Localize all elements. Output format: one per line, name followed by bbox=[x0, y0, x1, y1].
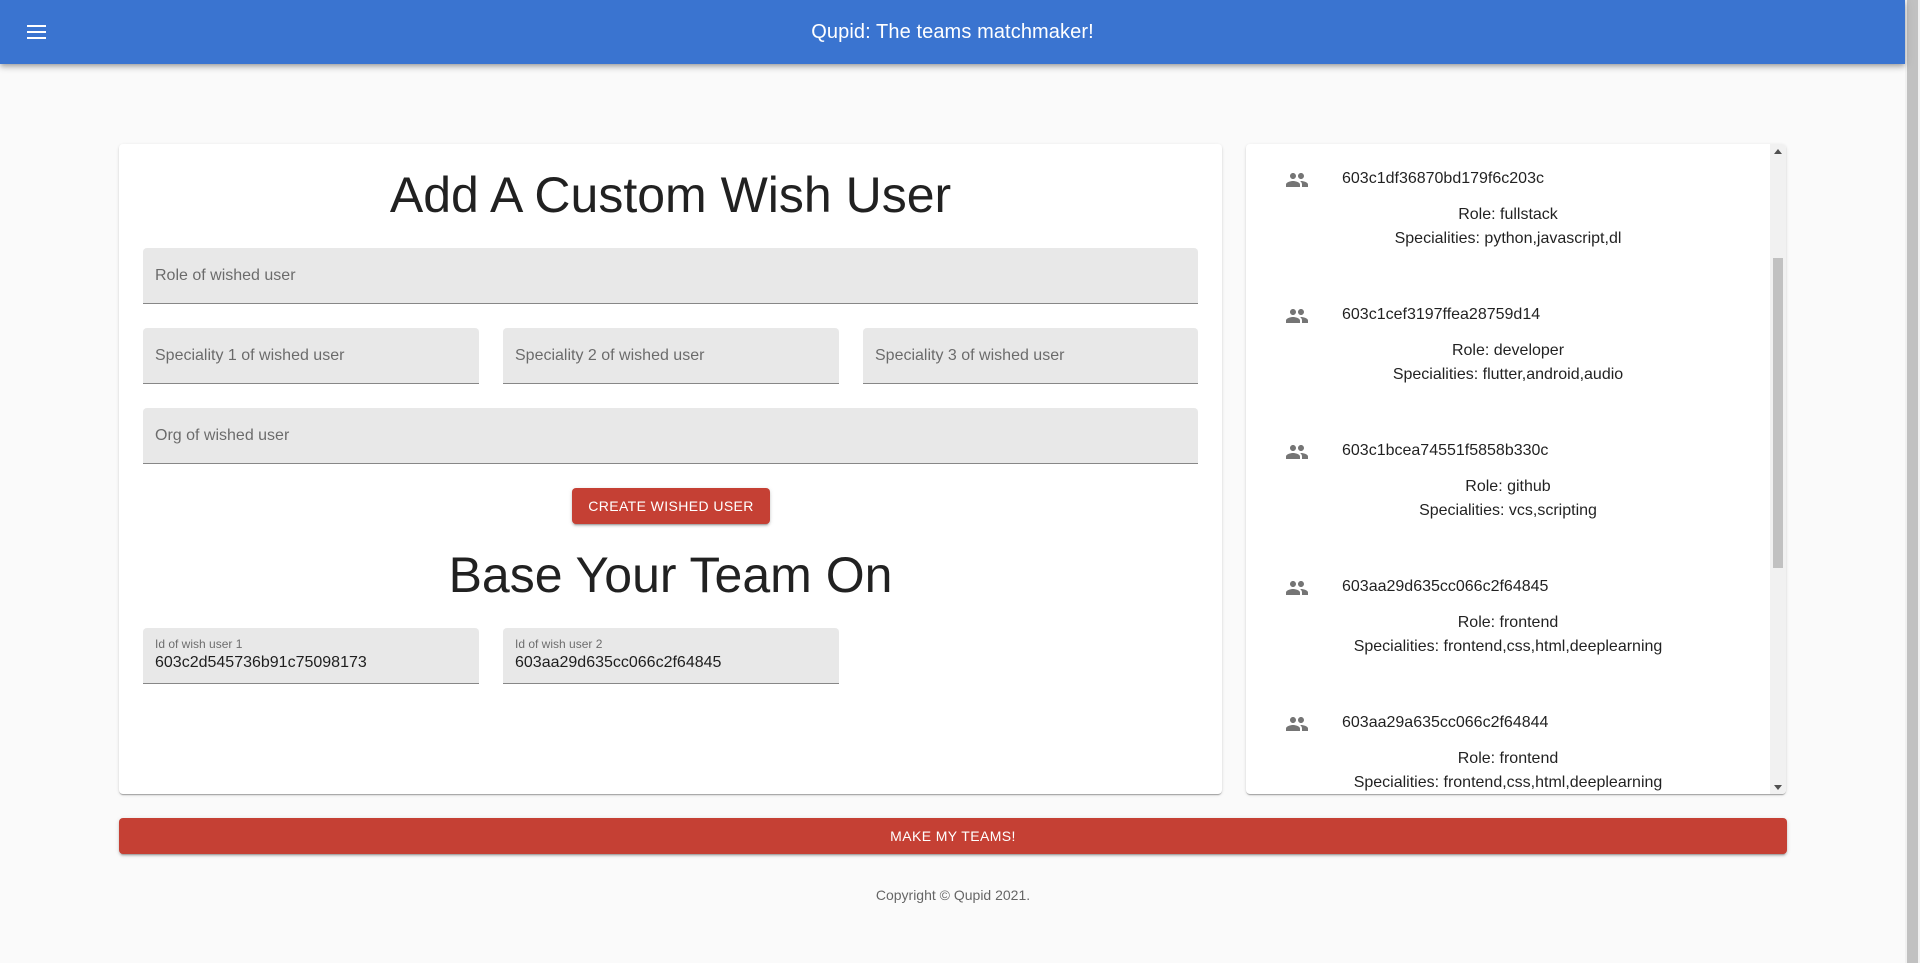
list-item[interactable]: 603c1df36870bd179f6c203c Role: fullstack… bbox=[1246, 144, 1770, 280]
scroll-up-arrow-icon[interactable] bbox=[1770, 144, 1786, 158]
create-wished-user-button[interactable]: CREATE WISHED USER bbox=[572, 488, 770, 524]
user-specialities: Specialities: flutter,android,audio bbox=[1392, 366, 1624, 383]
speciality2-placeholder: Speciality 2 of wished user bbox=[515, 346, 705, 364]
user-specialities: Specialities: frontend,css,html,deeplear… bbox=[1353, 638, 1663, 655]
org-placeholder: Org of wished user bbox=[155, 426, 290, 444]
speciality3-placeholder: Speciality 3 of wished user bbox=[875, 346, 1065, 364]
user-list-scrollbar[interactable] bbox=[1770, 144, 1786, 794]
wish-user-card: Add A Custom Wish User Role of wished us… bbox=[119, 144, 1222, 794]
user-role: Role: developer bbox=[1451, 342, 1565, 359]
user-specialities: Specialities: vcs,scripting bbox=[1419, 502, 1597, 519]
wish-user-2-label: Id of wish user 2 bbox=[515, 637, 603, 651]
people-icon bbox=[1286, 173, 1308, 187]
user-id: 603c1df36870bd179f6c203c bbox=[1342, 170, 1544, 187]
wish-user-1-field[interactable]: Id of wish user 1 603c2d545736b91c750981… bbox=[143, 628, 479, 684]
people-icon bbox=[1286, 445, 1308, 459]
wish-user-2-value: 603aa29d635cc066c2f64845 bbox=[515, 654, 722, 671]
speciality1-field[interactable]: Speciality 1 of wished user bbox=[143, 328, 479, 384]
speciality1-placeholder: Speciality 1 of wished user bbox=[155, 346, 345, 364]
people-icon bbox=[1286, 309, 1308, 323]
user-id: 603c1cef3197ffea28759d14 bbox=[1342, 306, 1541, 323]
scrollbar-thumb[interactable] bbox=[1773, 258, 1783, 568]
scroll-down-arrow-icon[interactable] bbox=[1770, 780, 1786, 794]
user-id: 603aa29d635cc066c2f64845 bbox=[1342, 578, 1549, 595]
app-title: Qupid: The teams matchmaker! bbox=[811, 20, 1094, 43]
list-item[interactable]: 603aa29d635cc066c2f64845 Role: frontend … bbox=[1246, 552, 1770, 688]
user-role: Role: fullstack bbox=[1458, 206, 1558, 223]
user-specialities: Specialities: python,javascript,dl bbox=[1394, 230, 1622, 247]
app-bar: Qupid: The teams matchmaker! bbox=[0, 0, 1905, 64]
user-role: Role: github bbox=[1465, 478, 1551, 495]
role-field[interactable]: Role of wished user bbox=[143, 248, 1198, 304]
org-field[interactable]: Org of wished user bbox=[143, 408, 1198, 464]
page-scrollbar-thumb[interactable] bbox=[1907, 0, 1918, 963]
user-list[interactable]: 603c1df36870bd179f6c203c Role: fullstack… bbox=[1246, 144, 1770, 794]
speciality3-field[interactable]: Speciality 3 of wished user bbox=[863, 328, 1198, 384]
user-role: Role: frontend bbox=[1457, 750, 1559, 767]
list-item[interactable]: 603c1cef3197ffea28759d14 Role: developer… bbox=[1246, 280, 1770, 416]
user-list-card: 603c1df36870bd179f6c203c Role: fullstack… bbox=[1246, 144, 1786, 794]
wish-user-1-label: Id of wish user 1 bbox=[155, 637, 243, 651]
page-scrollbar[interactable] bbox=[1905, 0, 1920, 963]
add-wish-user-heading: Add A Custom Wish User bbox=[389, 167, 952, 223]
make-my-teams-button[interactable]: MAKE MY TEAMS! bbox=[119, 818, 1787, 854]
base-team-heading: Base Your Team On bbox=[448, 547, 893, 603]
user-specialities: Specialities: frontend,css,html,deeplear… bbox=[1353, 774, 1663, 791]
people-icon bbox=[1286, 581, 1308, 595]
role-placeholder: Role of wished user bbox=[155, 266, 296, 284]
footer-copyright: Copyright © Qupid 2021. bbox=[875, 887, 1031, 903]
user-role: Role: frontend bbox=[1457, 614, 1559, 631]
user-id: 603aa29a635cc066c2f64844 bbox=[1342, 714, 1549, 731]
wish-user-1-value: 603c2d545736b91c75098173 bbox=[155, 654, 367, 671]
wish-user-2-field[interactable]: Id of wish user 2 603aa29d635cc066c2f648… bbox=[503, 628, 839, 684]
list-item[interactable]: 603c1bcea74551f5858b330c Role: github Sp… bbox=[1246, 416, 1770, 552]
menu-icon[interactable] bbox=[18, 14, 54, 50]
speciality2-field[interactable]: Speciality 2 of wished user bbox=[503, 328, 839, 384]
people-icon bbox=[1286, 717, 1308, 731]
list-item[interactable]: 603aa29a635cc066c2f64844 Role: frontend … bbox=[1246, 688, 1770, 794]
user-id: 603c1bcea74551f5858b330c bbox=[1342, 442, 1549, 459]
